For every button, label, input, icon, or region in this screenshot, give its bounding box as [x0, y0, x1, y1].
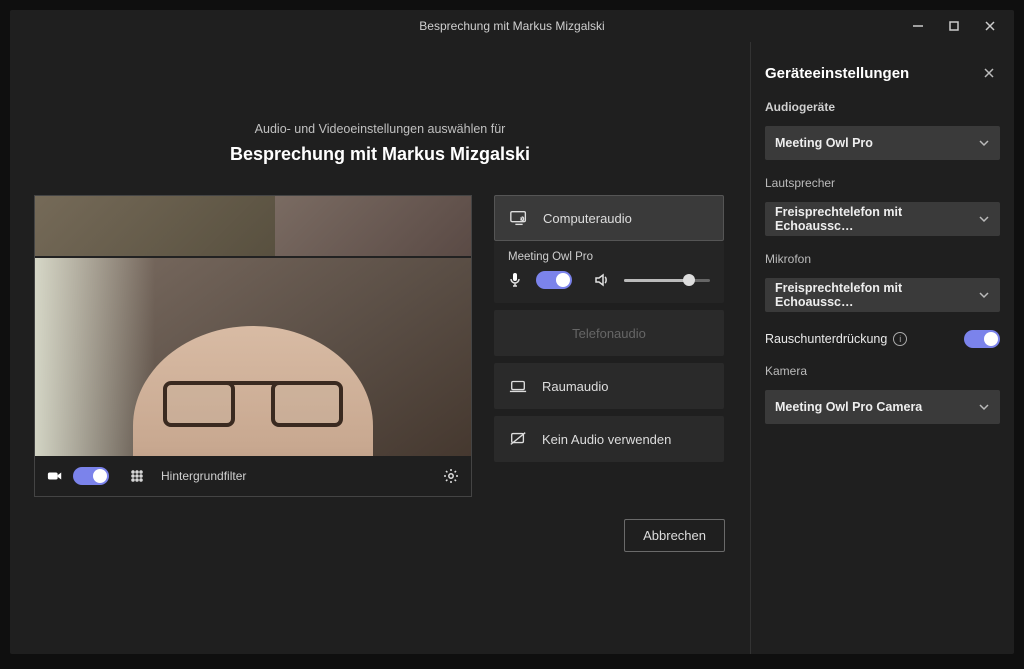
microphone-toggle[interactable] [536, 271, 572, 289]
preview-face [133, 326, 373, 456]
bottom-actions: Abbrechen [35, 497, 725, 552]
camera-icon [47, 469, 63, 483]
volume-knob [683, 274, 695, 286]
option-no-audio[interactable]: Kein Audio verwenden [494, 416, 724, 462]
option-phone-audio-label: Telefonaudio [572, 326, 646, 341]
panel-close-button[interactable] [978, 62, 1000, 84]
filters-icon [129, 468, 145, 484]
speaker-select[interactable]: Freisprechtelefon mit Echoaussc… [765, 202, 1000, 236]
microphone-label: Mikrofon [765, 252, 1000, 266]
meeting-title: Besprechung mit Markus Mizgalski [230, 144, 530, 165]
camera-select[interactable]: Meeting Owl Pro Camera [765, 390, 1000, 424]
option-no-audio-label: Kein Audio verwenden [542, 432, 671, 447]
maximize-button[interactable] [936, 12, 972, 40]
microphone-icon [508, 272, 522, 288]
setup-row: Hintergrundfilter Computeraudio [34, 195, 726, 497]
subtitle: Audio- und Videoeinstellungen auswählen … [255, 122, 506, 136]
microphone-select[interactable]: Freisprechtelefon mit Echoaussc… [765, 278, 1000, 312]
audio-controls [508, 271, 710, 289]
info-icon[interactable]: i [893, 332, 907, 346]
option-computer-audio[interactable]: Computeraudio [494, 195, 724, 241]
option-room-audio[interactable]: Raumaudio [494, 363, 724, 409]
speaker-icon [594, 273, 610, 287]
audio-devices-label: Audiogeräte [765, 100, 1000, 114]
selected-device-name: Meeting Owl Pro [508, 251, 710, 263]
minimize-icon [912, 20, 924, 32]
noise-suppression-row: Rauschunterdrückung i [765, 330, 1000, 348]
room-audio-icon [508, 379, 528, 393]
chevron-down-icon [978, 213, 990, 225]
filters-label[interactable]: Hintergrundfilter [161, 469, 246, 483]
noise-suppression-label: Rauschunterdrückung [765, 332, 887, 346]
volume-fill [624, 279, 689, 282]
chevron-down-icon [978, 401, 990, 413]
cancel-button[interactable]: Abbrechen [624, 519, 725, 552]
camera-label: Kamera [765, 364, 1000, 378]
option-computer-audio-label: Computeraudio [543, 211, 632, 226]
audio-device-select[interactable]: Meeting Owl Pro [765, 126, 1000, 160]
chevron-down-icon [978, 289, 990, 301]
computer-audio-details: Meeting Owl Pro [494, 241, 724, 303]
close-icon [983, 67, 995, 79]
volume-slider[interactable] [624, 279, 710, 282]
glasses-right [271, 381, 343, 427]
preview-toolbar: Hintergrundfilter [35, 456, 471, 496]
main-panel: Audio- und Videoeinstellungen auswählen … [10, 42, 750, 654]
maximize-icon [948, 20, 960, 32]
video-preview: Hintergrundfilter [34, 195, 472, 497]
window-controls [900, 10, 1008, 42]
close-icon [984, 20, 996, 32]
app-window: Besprechung mit Markus Mizgalski Audio- … [10, 10, 1014, 654]
close-button[interactable] [972, 12, 1008, 40]
speaker-value: Freisprechtelefon mit Echoaussc… [775, 205, 978, 233]
computer-audio-icon [509, 209, 529, 227]
device-settings-panel: Geräteeinstellungen Audiogeräte Meeting … [750, 42, 1014, 654]
panel-title: Geräteeinstellungen [765, 65, 909, 82]
minimize-button[interactable] [900, 12, 936, 40]
chevron-down-icon [978, 137, 990, 149]
speaker-label: Lautsprecher [765, 176, 1000, 190]
option-room-audio-label: Raumaudio [542, 379, 609, 394]
camera-toggle[interactable] [73, 467, 109, 485]
video-preview-strip [35, 196, 471, 258]
panel-header: Geräteeinstellungen [765, 62, 1000, 84]
option-phone-audio: Telefonaudio [494, 310, 724, 356]
window-title: Besprechung mit Markus Mizgalski [419, 19, 604, 33]
noise-suppression-toggle[interactable] [964, 330, 1000, 348]
settings-button[interactable] [443, 468, 459, 484]
microphone-value: Freisprechtelefon mit Echoaussc… [775, 281, 978, 309]
no-audio-icon [508, 431, 528, 447]
audio-options: Computeraudio Meeting Owl Pro [494, 195, 724, 462]
titlebar: Besprechung mit Markus Mizgalski [10, 10, 1014, 42]
content: Audio- und Videoeinstellungen auswählen … [10, 42, 1014, 654]
audio-device-value: Meeting Owl Pro [775, 136, 873, 150]
video-preview-main [35, 258, 471, 456]
glasses-left [163, 381, 235, 427]
camera-value: Meeting Owl Pro Camera [775, 400, 922, 414]
